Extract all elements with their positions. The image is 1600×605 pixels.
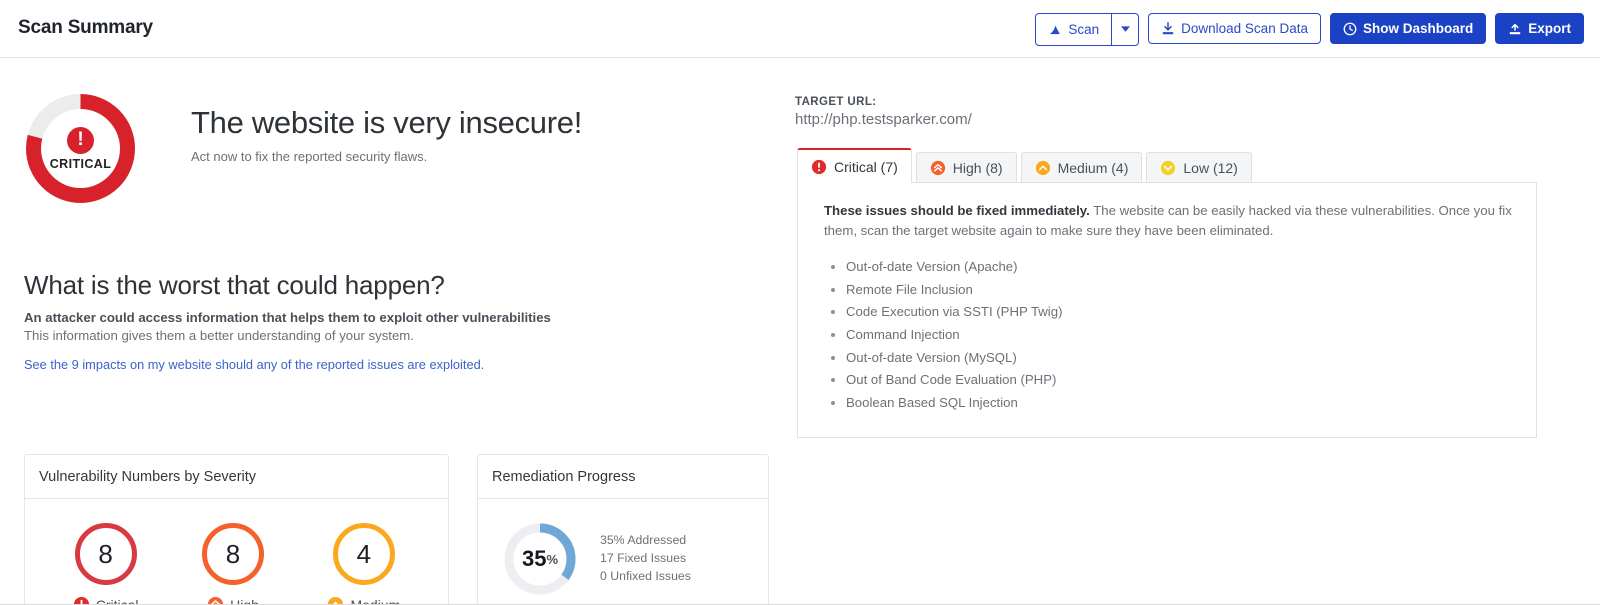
list-item[interactable]: Out of Band Code Evaluation (PHP) (846, 369, 1516, 392)
show-dashboard-label: Show Dashboard (1363, 22, 1473, 36)
tab-medium[interactable]: Medium (4) (1021, 152, 1143, 183)
list-item[interactable]: Command Injection (846, 324, 1516, 347)
list-item[interactable]: Code Execution via SSTI (PHP Twig) (846, 301, 1516, 324)
show-dashboard-button[interactable]: Show Dashboard (1330, 13, 1486, 44)
shark-fin-icon (1048, 23, 1062, 37)
severity-count: 8 (226, 541, 240, 567)
remediation-progress-card: Remediation Progress 35% Score (477, 454, 769, 605)
list-item[interactable]: Remote File Inclusion (846, 279, 1516, 302)
scan-split-button[interactable]: Scan (1035, 13, 1139, 46)
verdict-title: The website is very insecure! (191, 106, 582, 140)
impacts-link[interactable]: See the 9 impacts on my website should a… (24, 357, 744, 372)
vulnerability-numbers-card-header: Vulnerability Numbers by Severity (25, 455, 448, 499)
scan-button[interactable]: Scan (1036, 14, 1111, 45)
high-double-chevron-up-icon (930, 160, 946, 176)
critical-donut-center: ! CRITICAL (24, 92, 137, 205)
header-actions: Scan Download Scan Data (1035, 13, 1584, 44)
verdict-subtitle: Act now to fix the reported security fla… (191, 149, 582, 164)
tab-label: Critical (7) (834, 159, 898, 175)
severity-tabs: Critical (7) High (8) (797, 148, 1252, 183)
exclamation-icon: ! (67, 127, 94, 154)
critical-issues-list: Out-of-date Version (Apache) Remote File… (824, 256, 1516, 415)
severity-count-circle: 4 (333, 523, 395, 585)
vulnerability-numbers-card: Vulnerability Numbers by Severity 8 (24, 454, 449, 605)
severity-items: 8 Critical (25, 499, 448, 605)
tab-label: Medium (4) (1058, 160, 1129, 176)
remediation-stat: 35% Addressed (600, 533, 691, 547)
scan-summary-page: Scan Summary Scan (0, 0, 1600, 605)
tab-label: Low (12) (1183, 160, 1237, 176)
list-item[interactable]: Boolean Based SQL Injection (846, 392, 1516, 415)
vulnerability-numbers-card-title: Vulnerability Numbers by Severity (39, 469, 256, 485)
list-item[interactable]: Out-of-date Version (MySQL) (846, 347, 1516, 370)
list-item[interactable]: Out-of-date Version (Apache) (846, 256, 1516, 279)
tab-low[interactable]: Low (12) (1146, 152, 1251, 183)
download-scan-data-button[interactable]: Download Scan Data (1148, 13, 1321, 44)
remediation-body: 35% Score 35% Addressed 17 Fixed Issues … (478, 499, 768, 605)
page-header: Scan Summary Scan (0, 0, 1600, 58)
remediation-score-block: 35% Score (502, 521, 578, 605)
critical-donut-label: CRITICAL (50, 157, 112, 171)
critical-issues-panel: These issues should be fixed immediately… (797, 182, 1537, 438)
critical-exclamation-icon (811, 159, 827, 175)
severity-count-circle: 8 (75, 523, 137, 585)
target-url-label: TARGET URL: (795, 96, 876, 108)
low-chevron-down-icon (1160, 160, 1176, 176)
worst-case-block: What is the worst that could happen? An … (24, 270, 744, 372)
tab-label: High (8) (953, 160, 1003, 176)
worst-case-title: What is the worst that could happen? (24, 270, 744, 301)
critical-severity-donut: ! CRITICAL (24, 92, 137, 205)
tab-critical[interactable]: Critical (7) (797, 148, 912, 183)
severity-count-circle: 8 (202, 523, 264, 585)
worst-case-line-1: An attacker could access information tha… (24, 310, 744, 325)
remediation-progress-donut: 35% (502, 521, 578, 597)
target-url-value: http://php.testsparker.com/ (795, 111, 972, 128)
dashboard-clock-icon (1343, 22, 1357, 36)
remediation-stat: 0 Unfixed Issues (600, 569, 691, 583)
medium-chevron-up-icon (1035, 160, 1051, 176)
remediation-progress-card-header: Remediation Progress (478, 455, 768, 499)
summary-right-column: TARGET URL: http://php.testsparker.com/ … (795, 58, 1600, 605)
download-scan-data-label: Download Scan Data (1181, 22, 1308, 36)
remediation-donut-center: 35% (502, 521, 578, 597)
scan-dropdown-toggle[interactable] (1111, 14, 1138, 45)
panel-intro: These issues should be fixed immediately… (824, 201, 1516, 242)
export-label: Export (1528, 22, 1571, 36)
panel-intro-bold: These issues should be fixed immediately… (824, 203, 1090, 218)
severity-item-critical[interactable]: 8 Critical (73, 523, 139, 605)
severity-count: 8 (98, 541, 112, 567)
tab-high[interactable]: High (8) (916, 152, 1017, 183)
severity-count: 4 (357, 541, 371, 567)
page-title: Scan Summary (18, 17, 153, 39)
remediation-percent-sign: % (546, 552, 558, 567)
remediation-progress-card-title: Remediation Progress (492, 469, 635, 485)
severity-item-high[interactable]: 8 High (202, 523, 264, 605)
severity-item-medium[interactable]: 4 Medium (327, 523, 400, 605)
caret-down-icon (1121, 26, 1130, 33)
remediation-percent: 35 (522, 548, 546, 570)
download-icon (1161, 22, 1175, 36)
remediation-stats: 35% Addressed 17 Fixed Issues 0 Unfixed … (600, 533, 691, 583)
export-button[interactable]: Export (1495, 13, 1584, 44)
summary-left-column: ! CRITICAL The website is very insecure!… (0, 58, 795, 605)
verdict-text: The website is very insecure! Act now to… (191, 92, 582, 164)
worst-case-line-2: This information gives them a better und… (24, 328, 744, 343)
remediation-stat: 17 Fixed Issues (600, 551, 691, 565)
export-icon (1508, 22, 1522, 36)
scan-button-label: Scan (1068, 22, 1099, 37)
verdict-row: ! CRITICAL The website is very insecure!… (24, 92, 582, 205)
